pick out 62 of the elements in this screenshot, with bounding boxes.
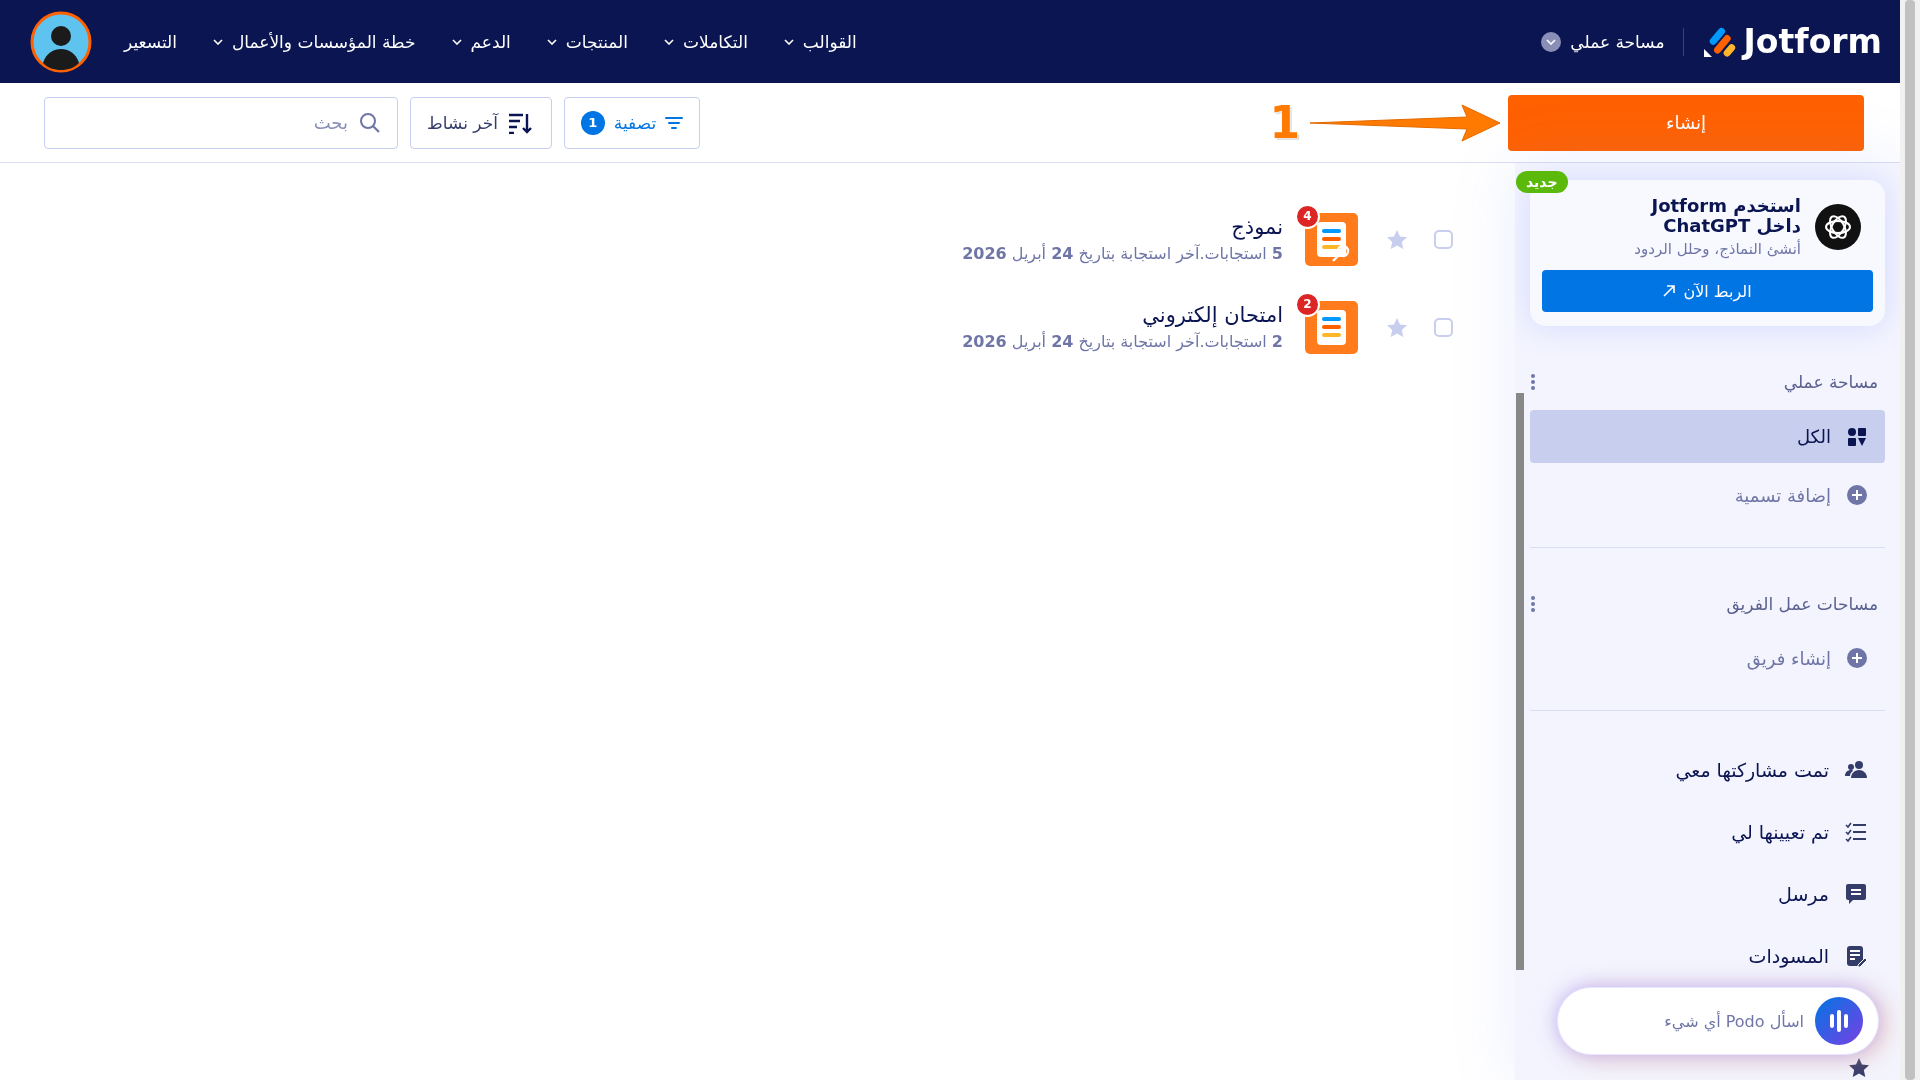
nav-link[interactable]: الدعم — [451, 31, 511, 52]
sidebar-item[interactable]: مرسل — [1530, 863, 1885, 925]
count-badge: 4 — [1295, 203, 1320, 229]
filter-icon — [665, 115, 684, 130]
chat-bubble-icon — [1845, 883, 1867, 905]
workspace-menu[interactable]: مساحة عملي — [1541, 31, 1665, 52]
star-icon — [1848, 1057, 1870, 1078]
plus-icon — [1847, 485, 1867, 505]
form-icon[interactable] — [1305, 300, 1358, 354]
scrollbar-thumb[interactable] — [1516, 393, 1524, 970]
checkbox[interactable] — [1434, 229, 1453, 249]
chevron-down-icon — [451, 38, 462, 45]
external-link-icon — [1663, 285, 1676, 297]
more-options-icon[interactable] — [1530, 595, 1536, 613]
nav-link[interactable]: القوالب — [783, 31, 857, 52]
section-heading: مساحات عمل الفريق — [1726, 594, 1878, 614]
search-input[interactable]: بحث — [66, 111, 350, 134]
sidebar-item[interactable]: المسودات — [1530, 925, 1885, 987]
step-number: 1 — [1269, 97, 1300, 148]
sort-button[interactable]: آخر نشاط — [410, 96, 552, 149]
plus-icon — [1847, 648, 1867, 668]
nav-link[interactable]: خطة المؤسسات والأعمال — [212, 31, 416, 52]
connect-button[interactable]: الربط الآن — [1542, 270, 1873, 312]
checklist-icon — [1845, 821, 1867, 843]
scrollbar-thumb[interactable] — [1905, 0, 1915, 1080]
star-icon[interactable] — [1386, 316, 1408, 338]
sidebar-item[interactable]: تمت مشاركتها معي — [1530, 739, 1885, 801]
more-options-icon[interactable] — [1530, 373, 1536, 391]
chevron-down-icon — [783, 38, 794, 45]
avatar-icon[interactable] — [30, 10, 92, 73]
chevron-down-icon — [212, 38, 223, 45]
new-badge: جديد — [1516, 171, 1568, 193]
sort-icon — [506, 111, 535, 134]
search-icon — [359, 111, 381, 134]
nav-link[interactable]: المنتجات — [546, 31, 628, 52]
form-icon[interactable] — [1305, 212, 1358, 266]
sidebar-item[interactable]: تم تعيينها لي — [1530, 801, 1885, 863]
create-team-button[interactable]: إنشاء فريق — [1530, 632, 1885, 684]
people-icon — [1845, 759, 1867, 781]
nav-link[interactable]: التسعير — [124, 31, 177, 52]
openai-logo-icon — [1815, 204, 1861, 250]
count-badge: 2 — [1295, 291, 1320, 317]
checkbox[interactable] — [1434, 317, 1453, 337]
sidebar-item[interactable]: الكل — [1530, 410, 1885, 463]
grid-icon — [1847, 426, 1867, 447]
star-icon[interactable] — [1386, 228, 1408, 250]
count-badge: 1 — [580, 110, 605, 135]
document-edit-icon — [1845, 945, 1867, 967]
promo-subtitle: أنشئ النماذج، وحلل الردود — [1633, 240, 1801, 258]
nav-link[interactable]: التكاملات — [664, 31, 748, 52]
voice-assistant-icon[interactable] — [1814, 996, 1864, 1046]
add-label-button[interactable]: إضافة تسمية — [1530, 469, 1885, 521]
brand-name[interactable]: Jotform — [1743, 22, 1882, 61]
section-heading: مساحة عملي — [1783, 372, 1878, 392]
assistant-field[interactable]: اسأل Podo أي شيء — [1557, 987, 1879, 1055]
chevron-down-icon — [1546, 38, 1557, 45]
promo-title: استخدم Jotform داخل ChatGPT — [1649, 196, 1801, 236]
form-title[interactable]: امتحان إلكتروني — [962, 303, 1283, 327]
chevron-down-icon — [664, 38, 674, 45]
chevron-down-icon — [546, 38, 557, 45]
form-title[interactable]: نموذج — [962, 215, 1283, 239]
search-field[interactable]: بحث — [44, 96, 398, 149]
